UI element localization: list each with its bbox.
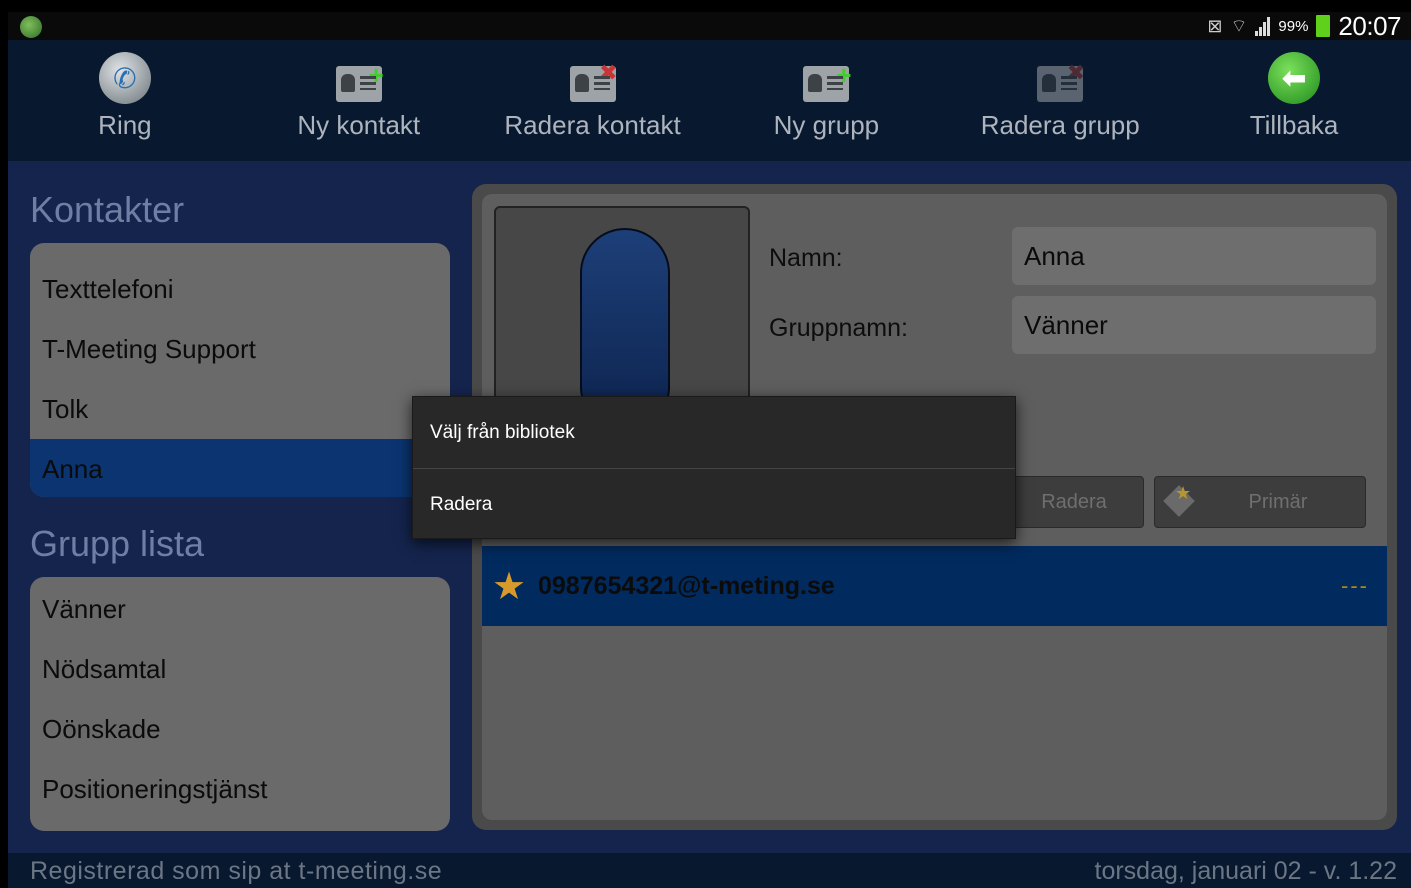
address-row[interactable]: ★ 0987654321@t-meting.se --- <box>482 546 1387 626</box>
new-group-label: Ny grupp <box>773 110 880 140</box>
delete-contact-label: Radera kontakt <box>504 110 681 140</box>
list-item[interactable]: Positioneringstjänst <box>30 759 450 819</box>
ring-button[interactable]: ✆ Ring <box>8 40 242 161</box>
name-field[interactable]: Anna <box>1012 227 1376 285</box>
delete-group-label: Radera grupp <box>980 110 1140 140</box>
phone-icon: ✆ <box>98 52 151 104</box>
contacts-title: Kontakter <box>30 189 185 230</box>
groups-title: Grupp lista <box>30 523 205 564</box>
signal-icon <box>1255 16 1271 36</box>
status-bar: ⊠ ⌔ 99% 20:07 <box>8 10 1411 41</box>
delete-contact-icon: ✖ <box>569 62 618 102</box>
group-label: Gruppnamn: <box>769 314 908 342</box>
group-field[interactable]: Vänner <box>1012 296 1376 354</box>
address-text: 0987654321@t-meting.se <box>538 571 835 600</box>
name-label: Namn: <box>769 244 843 272</box>
date-version: torsdag, januari 02 - v. 1.22 <box>1094 857 1398 885</box>
delete-address-button[interactable]: Radera <box>1004 476 1144 528</box>
groups-list: Vänner Nödsamtal Oönskade Positionerings… <box>30 577 450 831</box>
footer: Registrerad som sip at t-meeting.se tors… <box>8 853 1411 888</box>
menu-item-delete[interactable]: Radera <box>413 469 1015 540</box>
list-item[interactable]: Texttelefoni <box>30 259 450 319</box>
ring-label: Ring <box>98 110 152 140</box>
back-arrow-icon: ⬅ <box>1268 52 1321 104</box>
primary-button[interactable]: ★ Primär <box>1154 476 1366 528</box>
wifi-icon: ⌔ <box>1230 15 1248 36</box>
list-item[interactable]: Oönskade <box>30 699 450 759</box>
battery-percent: 99% <box>1278 17 1309 35</box>
primary-star-icon: ★ <box>492 565 527 608</box>
context-menu: Välj från bibliotek Radera <box>412 396 1016 539</box>
new-contact-button[interactable]: + Ny kontakt <box>242 40 476 161</box>
back-button[interactable]: ⬅ Tillbaka <box>1177 40 1411 161</box>
new-group-button[interactable]: + Ny grupp <box>709 40 943 161</box>
contact-photo[interactable] <box>494 206 750 416</box>
contacts-list: Texttelefoni T-Meeting Support Tolk Anna <box>30 243 450 497</box>
list-item[interactable]: Tolk <box>30 379 450 439</box>
delete-group-icon: ✖ <box>1037 62 1085 102</box>
delete-group-button[interactable]: ✖ Radera grupp <box>943 40 1177 161</box>
list-item[interactable]: Vänner <box>30 579 450 639</box>
address-status: --- <box>1341 573 1369 598</box>
avatar-silhouette-icon <box>580 228 670 414</box>
list-item[interactable]: Nödsamtal <box>30 639 450 699</box>
registration-status: Registrerad som sip at t-meeting.se <box>30 857 443 885</box>
list-item[interactable]: T-Meeting Support <box>30 319 450 379</box>
new-contact-label: Ny kontakt <box>297 110 421 140</box>
no-sim-icon: ⊠ <box>1207 15 1223 36</box>
toolbar: ✆ Ring + Ny kontakt ✖ Radera kontakt + N… <box>8 40 1411 161</box>
back-label: Tillbaka <box>1249 110 1339 140</box>
delete-contact-button[interactable]: ✖ Radera kontakt <box>476 40 710 161</box>
add-contact-icon: + <box>335 62 384 102</box>
list-item-selected[interactable]: Anna <box>30 439 450 497</box>
add-group-icon: + <box>803 62 851 102</box>
clock: 20:07 <box>1338 10 1401 41</box>
primary-label: Primär <box>1248 490 1308 513</box>
tmeeting-app-icon <box>20 16 42 38</box>
menu-item-choose-from-library[interactable]: Välj från bibliotek <box>413 397 1015 468</box>
star-icon: ★ <box>1175 483 1192 503</box>
battery-icon <box>1316 15 1331 37</box>
delete-address-label: Radera <box>1041 490 1107 513</box>
